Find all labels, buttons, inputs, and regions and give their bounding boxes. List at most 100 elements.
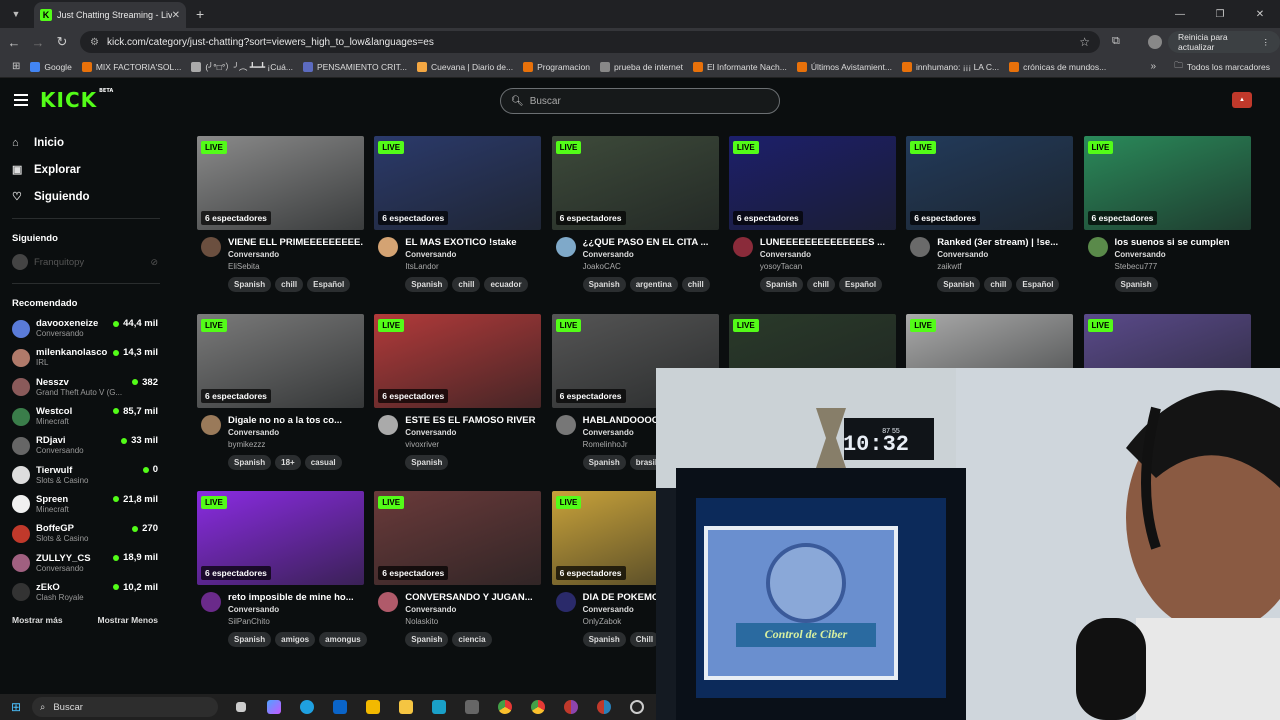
bookmark-item[interactable]: Cuevana | Diario de... <box>417 61 513 72</box>
streamer-avatar[interactable] <box>378 592 399 612</box>
stream-thumbnail[interactable]: LIVE 6 espectadores <box>197 136 364 230</box>
bookmark-item[interactable]: El Informante Nach... <box>693 61 787 72</box>
new-tab-icon[interactable]: + <box>196 6 204 22</box>
streamer-avatar[interactable] <box>732 237 753 257</box>
taskbar-search[interactable]: ⌕ Buscar <box>32 697 218 717</box>
bookmark-star-icon[interactable]: ☆ <box>1079 35 1090 49</box>
stream-thumbnail[interactable]: LIVE 6 espectadores <box>374 491 542 585</box>
streamer-avatar[interactable] <box>201 592 221 612</box>
stream-tag[interactable]: Spanish <box>937 277 981 292</box>
copilot-icon[interactable] <box>257 694 290 720</box>
stream-tag[interactable]: 18+ <box>275 454 301 470</box>
obs-icon[interactable] <box>620 694 653 720</box>
stream-tag[interactable]: Español <box>1016 277 1060 292</box>
recommended-channel[interactable]: davooxeneize Conversando 44,4 mil <box>0 314 172 343</box>
stream-title[interactable]: ESTE ES EL FAMOSO RIVER <box>405 415 540 426</box>
stream-title[interactable]: VIENE ELL PRIMEEEEEEEEE... <box>228 237 363 248</box>
stream-thumbnail[interactable]: LIVE 6 espectadores <box>906 136 1074 230</box>
stream-thumbnail[interactable]: LIVE 6 espectadores <box>374 136 542 230</box>
stream-tag[interactable]: Español <box>307 277 351 292</box>
chrome-icon[interactable] <box>521 694 554 720</box>
stream-thumbnail[interactable]: LIVE 6 espectadores <box>197 313 364 408</box>
stream-tag[interactable]: ecuador <box>484 277 528 292</box>
streamer-name[interactable]: vivoxriver <box>405 440 439 449</box>
recommended-channel[interactable]: BoffeGP Slots & Casino 270 <box>0 519 172 548</box>
stream-title[interactable]: CONVERSANDO Y JUGAN... <box>405 592 540 603</box>
stream-tag[interactable]: Spanish <box>582 632 626 647</box>
streamer-name[interactable]: Stebecu777 <box>1115 262 1158 271</box>
file-explorer-icon[interactable] <box>389 694 422 720</box>
chrome-icon[interactable] <box>554 694 587 720</box>
tab-search-icon[interactable]: ▼ <box>4 4 28 24</box>
recommended-channel[interactable]: Spreen Minecraft 21,8 mil <box>0 490 172 519</box>
stream-tag[interactable]: Spanish <box>228 454 272 470</box>
streamer-avatar[interactable] <box>555 237 576 257</box>
user-avatar[interactable]: ▲ <box>1232 92 1252 108</box>
all-bookmarks[interactable]: 🗀 Todos los marcadores <box>1174 60 1270 74</box>
nav-home[interactable]: ⌂ Inicio <box>12 129 172 156</box>
stream-thumbnail[interactable]: LIVE 6 espectadores <box>728 136 896 230</box>
streamer-name[interactable]: OnlyZabok <box>583 617 622 626</box>
stream-tag[interactable]: Spanish <box>228 632 272 647</box>
stream-title[interactable]: LUNEEEEEEEEEEEEEES ... <box>760 237 895 248</box>
streamer-name[interactable]: Nolaskito <box>405 617 438 626</box>
stream-category[interactable]: Conversando <box>760 250 811 259</box>
streamer-avatar[interactable] <box>201 237 221 257</box>
bookmark-item[interactable]: PENSAMIENTO CRIT... <box>302 61 407 72</box>
nav-following[interactable]: ♡ Siguiendo <box>12 183 172 210</box>
recommended-channel[interactable]: zEkO Clash Royale 10,2 mil <box>0 578 172 607</box>
stream-category[interactable]: Conversando <box>405 605 456 614</box>
stream-tag[interactable]: chill <box>681 277 710 292</box>
stream-tag[interactable]: ciencia <box>452 632 492 647</box>
chrome-icon[interactable] <box>488 694 521 720</box>
task-view-icon[interactable] <box>224 694 257 720</box>
stream-tag[interactable]: Spanish <box>228 277 272 292</box>
stream-tag[interactable]: Spanish <box>759 277 804 292</box>
bookmark-item[interactable]: MIX FACTORIA'SOL... <box>81 61 181 72</box>
profile-avatar[interactable] <box>1148 35 1162 49</box>
stream-category[interactable]: Conversando <box>228 428 279 437</box>
stream-tag[interactable]: Spanish <box>1114 277 1158 292</box>
app-icon[interactable] <box>422 694 455 720</box>
recommended-channel[interactable]: Westcol Minecraft 85,7 mil <box>0 402 172 431</box>
stream-category[interactable]: Conversando <box>405 428 456 437</box>
stream-tag[interactable]: chill <box>807 277 836 292</box>
back-icon[interactable]: ← <box>2 35 26 50</box>
calculator-icon[interactable] <box>455 694 488 720</box>
extensions-icon[interactable]: ⧉ <box>1112 35 1120 48</box>
streamer-avatar[interactable] <box>555 592 576 612</box>
streamer-avatar[interactable] <box>1087 237 1108 257</box>
nav-explore[interactable]: ▣ Explorar <box>12 156 172 183</box>
streamer-name[interactable]: ItsLandor <box>405 262 438 271</box>
streamer-name[interactable]: RomelinhoJr <box>583 440 628 449</box>
bookmark-item[interactable]: (╯°□°）╯︵ ┻━┻ ¡Cuá... <box>191 61 293 73</box>
stream-category[interactable]: Conversando <box>583 605 634 614</box>
stream-title[interactable]: los suenos si se cumplen <box>1115 237 1250 248</box>
bookmark-item[interactable]: Programacion <box>523 61 590 72</box>
bookmarks-overflow-icon[interactable]: » <box>1150 61 1156 72</box>
stream-thumbnail[interactable]: LIVE 6 espectadores <box>1083 136 1251 230</box>
forward-icon[interactable]: → <box>26 35 50 50</box>
recommended-channel[interactable]: RDjavi Conversando 33 mil <box>0 431 172 460</box>
stream-tag[interactable]: amigos <box>275 632 316 647</box>
bookmark-item[interactable]: crónicas de mundos... <box>1009 61 1106 72</box>
stream-tag[interactable]: chill <box>452 277 481 292</box>
streamer-name[interactable]: SilPanChito <box>228 617 270 626</box>
stream-tag[interactable]: Español <box>839 277 883 292</box>
stream-title[interactable]: reto imposible de mine ho... <box>228 592 363 603</box>
stream-title[interactable]: Ranked (3er stream) | !se... <box>937 237 1072 248</box>
stream-thumbnail[interactable]: LIVE 6 espectadores <box>197 491 364 585</box>
show-more-button[interactable]: Mostrar más <box>12 615 63 625</box>
close-tab-icon[interactable]: ✕ <box>172 10 180 21</box>
streamer-avatar[interactable] <box>201 414 221 435</box>
url-field[interactable]: ⚙ kick.com/category/just-chatting?sort=v… <box>80 31 1100 53</box>
streamer-name[interactable]: JoakoCAC <box>583 262 621 271</box>
stream-category[interactable]: Conversando <box>937 250 988 259</box>
streamer-name[interactable]: bymikezzz <box>228 440 265 449</box>
restore-icon[interactable]: ❐ <box>1200 0 1240 28</box>
edge-icon[interactable] <box>290 694 323 720</box>
stream-title[interactable]: EL MAS EXOTICO !stake <box>405 237 540 248</box>
stream-category[interactable]: Conversando <box>583 428 634 437</box>
stream-tag[interactable]: Spanish <box>405 632 449 647</box>
streamer-avatar[interactable] <box>378 237 399 257</box>
